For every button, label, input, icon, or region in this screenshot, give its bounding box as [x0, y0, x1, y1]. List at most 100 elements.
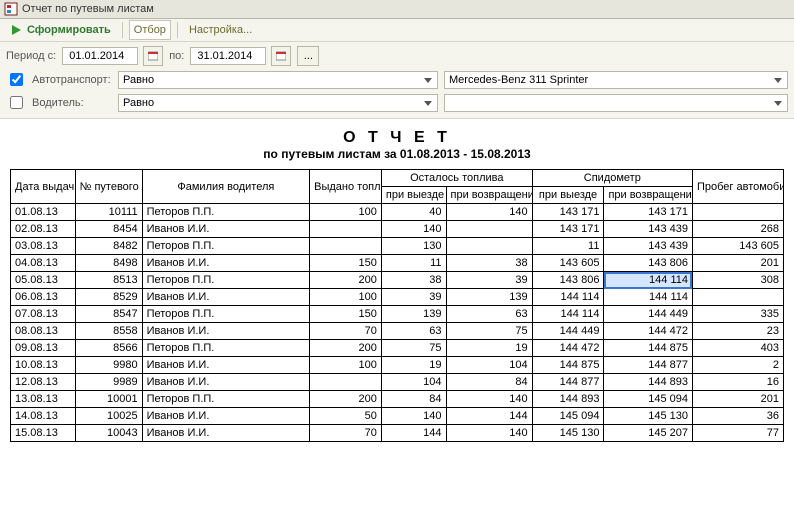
cell-issued[interactable] — [310, 238, 382, 255]
cell-issued[interactable]: 100 — [310, 357, 382, 374]
cell-mile[interactable]: 201 — [692, 391, 783, 408]
table-row[interactable]: 04.08.138498Иванов И.И.1501138143 605143… — [11, 255, 784, 272]
cell-date[interactable]: 07.08.13 — [11, 306, 76, 323]
table-row[interactable]: 13.08.1310001Петоров П.П.20084140144 893… — [11, 391, 784, 408]
cell-fuel-in[interactable]: 140 — [446, 204, 532, 221]
cell-num[interactable]: 9989 — [75, 374, 142, 391]
cell-fuel-in[interactable] — [446, 238, 532, 255]
cell-fio[interactable]: Иванов И.И. — [142, 408, 310, 425]
cell-spd-in[interactable]: 145 094 — [604, 391, 693, 408]
cell-mile[interactable]: 2 — [692, 357, 783, 374]
cell-mile[interactable]: 335 — [692, 306, 783, 323]
cell-num[interactable]: 10043 — [75, 425, 142, 442]
cell-issued[interactable]: 150 — [310, 306, 382, 323]
period-to-value[interactable] — [195, 49, 261, 63]
table-row[interactable]: 14.08.1310025Иванов И.И.50140144145 0941… — [11, 408, 784, 425]
cell-spd-in[interactable]: 143 439 — [604, 221, 693, 238]
cell-date[interactable]: 05.08.13 — [11, 272, 76, 289]
cell-fuel-out[interactable]: 139 — [381, 306, 446, 323]
cell-fio[interactable]: Петоров П.П. — [142, 306, 310, 323]
cell-num[interactable]: 10001 — [75, 391, 142, 408]
cell-fuel-out[interactable]: 19 — [381, 357, 446, 374]
cell-mile[interactable]: 308 — [692, 272, 783, 289]
table-row[interactable]: 09.08.138566Петоров П.П.2007519144 47214… — [11, 340, 784, 357]
cell-mile[interactable] — [692, 289, 783, 306]
cell-spd-out[interactable]: 144 114 — [532, 289, 604, 306]
cell-fio[interactable]: Иванов И.И. — [142, 357, 310, 374]
settings-button[interactable]: Настройка... — [184, 20, 257, 40]
filter-button[interactable]: Отбор — [129, 20, 171, 40]
cell-num[interactable]: 8558 — [75, 323, 142, 340]
cell-mile[interactable] — [692, 204, 783, 221]
cell-fuel-in[interactable]: 140 — [446, 425, 532, 442]
cell-spd-out[interactable]: 143 171 — [532, 204, 604, 221]
cell-fuel-in[interactable]: 63 — [446, 306, 532, 323]
driver-op-select[interactable]: Равно — [118, 94, 438, 112]
driver-value-select[interactable] — [444, 94, 788, 112]
cell-fuel-in[interactable]: 19 — [446, 340, 532, 357]
table-row[interactable]: 07.08.138547Петоров П.П.15013963144 1141… — [11, 306, 784, 323]
calendar-icon[interactable] — [143, 46, 163, 66]
cell-date[interactable]: 15.08.13 — [11, 425, 76, 442]
cell-mile[interactable]: 77 — [692, 425, 783, 442]
cell-date[interactable]: 02.08.13 — [11, 221, 76, 238]
cell-date[interactable]: 08.08.13 — [11, 323, 76, 340]
cell-num[interactable]: 10111 — [75, 204, 142, 221]
cell-num[interactable]: 8454 — [75, 221, 142, 238]
cell-fio[interactable]: Петоров П.П. — [142, 204, 310, 221]
cell-fuel-in[interactable]: 39 — [446, 272, 532, 289]
cell-spd-out[interactable]: 144 114 — [532, 306, 604, 323]
cell-issued[interactable]: 70 — [310, 323, 382, 340]
cell-spd-in[interactable]: 144 114 — [604, 289, 693, 306]
table-row[interactable]: 06.08.138529Иванов И.И.10039139144 11414… — [11, 289, 784, 306]
cell-fio[interactable]: Иванов И.И. — [142, 221, 310, 238]
cell-mile[interactable]: 143 605 — [692, 238, 783, 255]
cell-fio[interactable]: Петоров П.П. — [142, 340, 310, 357]
cell-fuel-out[interactable]: 38 — [381, 272, 446, 289]
cell-spd-in[interactable]: 144 472 — [604, 323, 693, 340]
table-row[interactable]: 08.08.138558Иванов И.И.706375144 449144 … — [11, 323, 784, 340]
cell-issued[interactable]: 200 — [310, 391, 382, 408]
cell-date[interactable]: 12.08.13 — [11, 374, 76, 391]
cell-num[interactable]: 8498 — [75, 255, 142, 272]
driver-checkbox[interactable] — [10, 96, 23, 109]
cell-mile[interactable]: 268 — [692, 221, 783, 238]
cell-fuel-out[interactable]: 144 — [381, 425, 446, 442]
cell-issued[interactable] — [310, 374, 382, 391]
generate-button[interactable]: Сформировать — [4, 20, 116, 40]
period-from-input[interactable] — [62, 47, 138, 65]
cell-mile[interactable]: 403 — [692, 340, 783, 357]
cell-spd-in[interactable]: 143 171 — [604, 204, 693, 221]
cell-fuel-out[interactable]: 63 — [381, 323, 446, 340]
table-row[interactable]: 03.08.138482Петоров П.П.13011143 439143 … — [11, 238, 784, 255]
cell-issued[interactable]: 150 — [310, 255, 382, 272]
cell-fuel-out[interactable]: 140 — [381, 408, 446, 425]
cell-spd-out[interactable]: 11 — [532, 238, 604, 255]
cell-fuel-out[interactable]: 75 — [381, 340, 446, 357]
table-row[interactable]: 02.08.138454Иванов И.И.140143 171143 439… — [11, 221, 784, 238]
cell-spd-out[interactable]: 144 449 — [532, 323, 604, 340]
cell-spd-out[interactable]: 143 806 — [532, 272, 604, 289]
cell-mile[interactable]: 201 — [692, 255, 783, 272]
cell-spd-out[interactable]: 143 605 — [532, 255, 604, 272]
cell-fuel-out[interactable]: 39 — [381, 289, 446, 306]
cell-fio[interactable]: Иванов И.И. — [142, 425, 310, 442]
cell-fio[interactable]: Петоров П.П. — [142, 272, 310, 289]
cell-fio[interactable]: Иванов И.И. — [142, 289, 310, 306]
period-picker-button[interactable]: ... — [297, 46, 319, 66]
cell-mile[interactable]: 23 — [692, 323, 783, 340]
cell-issued[interactable]: 100 — [310, 204, 382, 221]
table-row[interactable]: 12.08.139989Иванов И.И.10484144 877144 8… — [11, 374, 784, 391]
cell-date[interactable]: 01.08.13 — [11, 204, 76, 221]
cell-fuel-in[interactable]: 84 — [446, 374, 532, 391]
cell-spd-out[interactable]: 145 130 — [532, 425, 604, 442]
cell-fio[interactable]: Петоров П.П. — [142, 238, 310, 255]
table-row[interactable]: 10.08.139980Иванов И.И.10019104144 87514… — [11, 357, 784, 374]
cell-spd-out[interactable]: 144 893 — [532, 391, 604, 408]
cell-issued[interactable] — [310, 221, 382, 238]
vehicle-op-select[interactable]: Равно — [118, 71, 438, 89]
cell-issued[interactable]: 70 — [310, 425, 382, 442]
cell-mile[interactable]: 16 — [692, 374, 783, 391]
cell-spd-in[interactable]: 143 439 — [604, 238, 693, 255]
cell-issued[interactable]: 200 — [310, 272, 382, 289]
